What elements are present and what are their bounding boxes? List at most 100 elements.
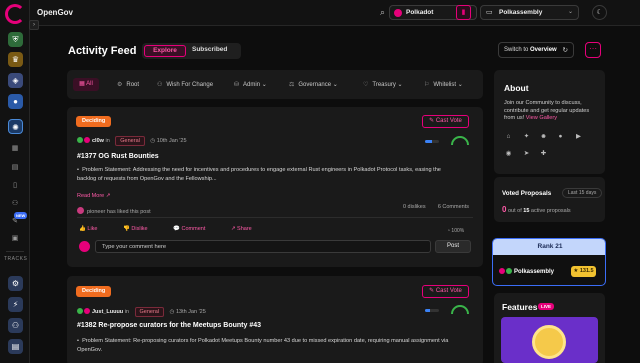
more-options-button[interactable]: ⋯ xyxy=(585,42,601,58)
polkassembly-logo[interactable] xyxy=(5,4,25,24)
author-name[interactable]: Just_Luuuu xyxy=(92,309,123,315)
about-panel: About Join our Community to discuss, con… xyxy=(494,70,605,174)
comment-input[interactable] xyxy=(95,240,431,253)
avatar xyxy=(79,241,90,252)
filter-all[interactable]: ▦ All xyxy=(73,78,99,91)
feature-banner-image[interactable] xyxy=(501,317,598,363)
twitter-icon[interactable]: ✦ xyxy=(522,132,531,141)
page-title: Activity Feed xyxy=(68,45,137,57)
forum-icon[interactable]: ✚ xyxy=(539,149,548,158)
user-icon[interactable]: ● xyxy=(8,94,23,109)
chevron-down-icon: ⌄ xyxy=(567,9,573,15)
about-text: Join our Community to discuss, contribut… xyxy=(504,100,599,123)
share-button[interactable]: ↗ Share xyxy=(231,226,264,232)
filter-root[interactable]: ⚙ Root xyxy=(117,81,139,88)
filter-whitelist[interactable]: ⚐ Whitelist ⌄ xyxy=(424,81,463,88)
dislike-button[interactable]: 👎 Dislike xyxy=(123,226,160,232)
switch-view-label: Switch to Overview xyxy=(504,47,557,53)
shapes-icon[interactable]: ◈ xyxy=(8,73,23,88)
telegram-icon[interactable]: ➤ xyxy=(522,149,531,158)
read-more-link[interactable]: Read More ↗ xyxy=(77,193,110,199)
topic-tag[interactable]: General xyxy=(115,136,145,146)
reddit-icon[interactable]: ◉ xyxy=(504,149,513,158)
like-label: Like xyxy=(87,226,98,232)
filter-governance[interactable]: ⚖ Governance ⌄ xyxy=(289,81,338,88)
shield-icon[interactable]: ⛨ xyxy=(8,32,23,47)
switch-view-button[interactable]: Switch to Overview ↻ xyxy=(498,42,574,58)
rail-divider xyxy=(6,251,24,252)
trophy-icon[interactable]: ♛ xyxy=(8,52,23,67)
approval-value: 100% xyxy=(451,228,465,234)
post-card[interactable]: Deciding Just_Luuuu in General ◷ 13th Ja… xyxy=(67,276,483,363)
refresh-icon: ↻ xyxy=(562,47,568,54)
in-label: in xyxy=(124,309,129,315)
voted-title: Voted Proposals xyxy=(502,190,552,197)
view-gallery-link[interactable]: View Gallery xyxy=(526,115,557,121)
home-icon[interactable]: ⌂ xyxy=(504,132,513,141)
comment-button[interactable]: 💬 Comment xyxy=(173,226,217,232)
filter-wish-for-change[interactable]: ⚇ Wish For Change xyxy=(157,81,213,88)
about-title: About xyxy=(504,83,529,93)
sparkle-icon[interactable]: ✺ xyxy=(8,119,23,134)
read-more-label: Read More xyxy=(77,193,105,199)
root-track-icon[interactable]: ⚙ xyxy=(8,276,23,291)
account-select[interactable]: ▭ Polkassembly ⌄ xyxy=(480,5,579,20)
topic-tag[interactable]: General xyxy=(134,307,165,317)
rank-card[interactable]: Rank 21 Polkassembly ★ 131.5 xyxy=(492,238,606,286)
vote-icon: ✎ xyxy=(429,288,436,294)
description-text: Problem Statement: Re-proposing curators… xyxy=(77,338,449,353)
status-badge: Deciding xyxy=(76,286,112,297)
post-card[interactable]: Deciding cl0w in General ◷ 10th Jan '25 … xyxy=(67,107,483,267)
comment-count[interactable]: 6 Comments xyxy=(438,204,469,210)
period-badge[interactable]: Last 15 days xyxy=(562,188,603,198)
post-title[interactable]: #1377 OG Rust Bounties xyxy=(77,153,159,160)
author-name[interactable]: cl0w xyxy=(92,138,104,144)
vote-progress-bar xyxy=(425,309,439,312)
network-label: Polkadot xyxy=(406,9,434,16)
youtube-icon[interactable]: ▶ xyxy=(574,132,583,141)
rank-score: ★ 131.5 xyxy=(571,266,596,277)
post-meta: cl0w in General ◷ 10th Jan '25 xyxy=(77,136,187,146)
post-description: • Problem Statement: Re-proposing curato… xyxy=(77,338,449,353)
chat-icon[interactable]: ✎ xyxy=(10,217,20,227)
bounty-track-icon[interactable]: ⚡ xyxy=(8,297,23,312)
avatar xyxy=(77,137,83,143)
collapse-sidebar-button[interactable]: › xyxy=(29,20,39,30)
tracks-label: TRACKS xyxy=(4,256,28,262)
fellowship-track-icon[interactable]: ⚇ xyxy=(8,318,23,333)
voted-stat: 0 out of 15 active proposals xyxy=(502,205,571,214)
post-title[interactable]: #1382 Re-propose curators for the Meetup… xyxy=(77,322,261,329)
theme-toggle-button[interactable]: ☾ xyxy=(592,5,607,20)
calendar-icon[interactable]: ▤ xyxy=(10,163,20,173)
avatar xyxy=(499,268,505,274)
features-panel: Features LIVE xyxy=(494,293,605,363)
post-comment-button[interactable]: Post xyxy=(435,240,471,253)
dislike-label: Dislike xyxy=(131,226,148,232)
status-badge: Deciding xyxy=(76,116,112,127)
avatar xyxy=(77,308,83,314)
archive-icon[interactable]: ▣ xyxy=(10,234,20,244)
people-icon[interactable]: ⚇ xyxy=(10,199,20,209)
github-icon[interactable]: ● xyxy=(556,132,565,141)
vote-progress-bar xyxy=(425,140,439,143)
tab-subscribed[interactable]: Subscribed xyxy=(192,46,227,53)
cast-vote-button[interactable]: ✎ Cast Vote xyxy=(422,285,469,298)
search-icon[interactable]: ⌕ xyxy=(377,7,388,18)
like-button[interactable]: 👍 Like xyxy=(79,226,109,232)
discord-icon[interactable]: ☻ xyxy=(539,132,548,141)
whitelist-icon: ⚐ xyxy=(424,82,430,88)
analytics-button[interactable]: ▮ xyxy=(456,5,471,20)
filter-treasury[interactable]: ♡ Treasury ⌄ xyxy=(363,81,403,88)
cast-vote-button[interactable]: ✎ Cast Vote xyxy=(422,115,469,128)
verified-icon xyxy=(506,268,512,274)
post-date: 13th Jan '25 xyxy=(175,309,206,315)
filter-admin[interactable]: ⛁ Admin ⌄ xyxy=(234,81,267,88)
verified-icon xyxy=(84,308,90,314)
active-suffix: active proposals xyxy=(529,208,571,214)
in-label: in xyxy=(105,138,110,144)
treasury-track-icon[interactable]: ▤ xyxy=(8,339,23,354)
grid-icon[interactable]: ▦ xyxy=(10,144,20,154)
feed-tabs: Explore Subscribed xyxy=(142,43,241,59)
tab-explore[interactable]: Explore xyxy=(144,45,186,57)
document-icon[interactable]: ▯ xyxy=(10,181,20,191)
